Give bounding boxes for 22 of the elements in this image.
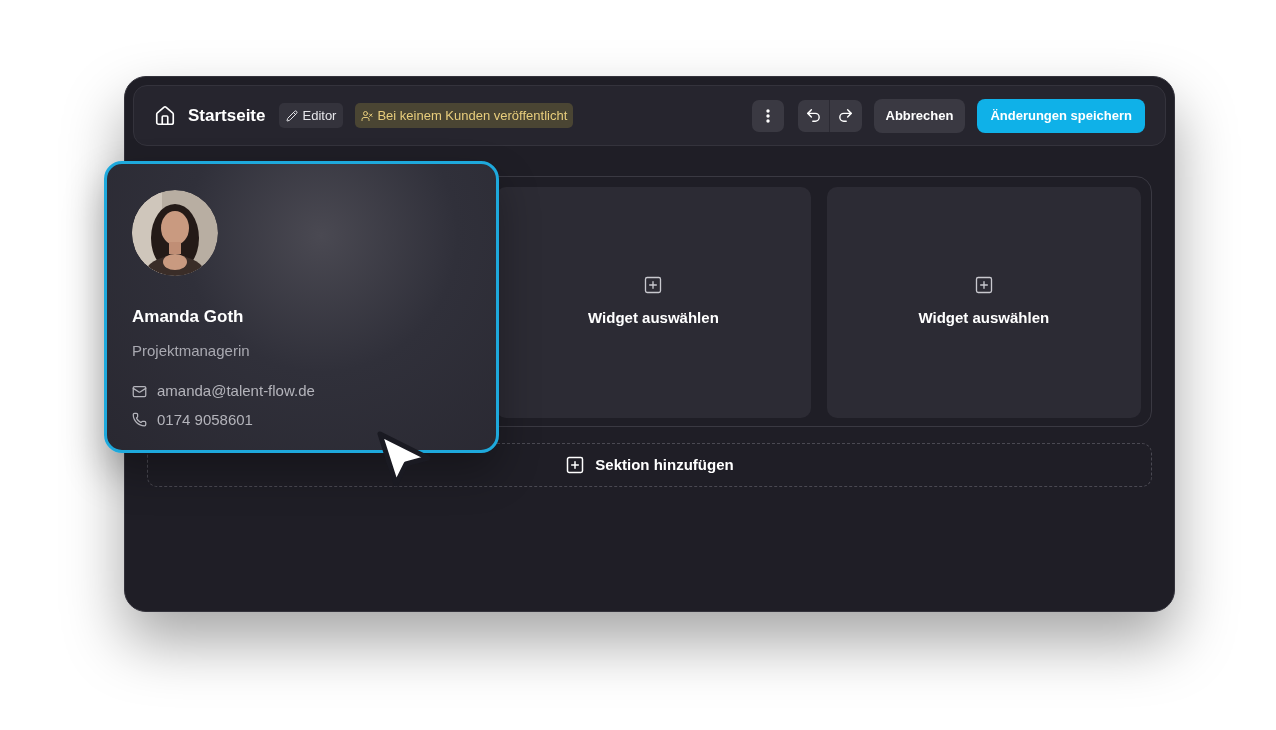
widget-slot[interactable]: Widget auswählen (496, 187, 811, 418)
phone-text: 0174 9058601 (157, 409, 253, 430)
person-role: Projektmanagerin (132, 340, 251, 361)
plus-icon (643, 275, 664, 296)
widget-slot[interactable]: Widget auswählen (826, 187, 1141, 418)
cancel-button[interactable]: Abbrechen (873, 98, 966, 133)
pencil-icon (286, 109, 299, 122)
page-title: Startseite (188, 104, 266, 127)
plus-icon (973, 275, 994, 296)
home-icon (154, 104, 176, 127)
status-badge: Bei keinem Kunden veröffentlicht (355, 102, 574, 129)
phone-icon (132, 412, 147, 428)
plus-icon (565, 455, 586, 475)
person-name: Amanda Goth (132, 306, 245, 328)
redo-icon (837, 107, 854, 124)
mail-icon (132, 383, 147, 399)
more-icon (765, 108, 770, 123)
email-text: amanda@talent-flow.de (157, 381, 315, 401)
editor-badge: Editor (279, 102, 344, 129)
more-button[interactable] (751, 99, 784, 132)
user-icon (361, 109, 374, 122)
undo-icon (804, 107, 822, 124)
